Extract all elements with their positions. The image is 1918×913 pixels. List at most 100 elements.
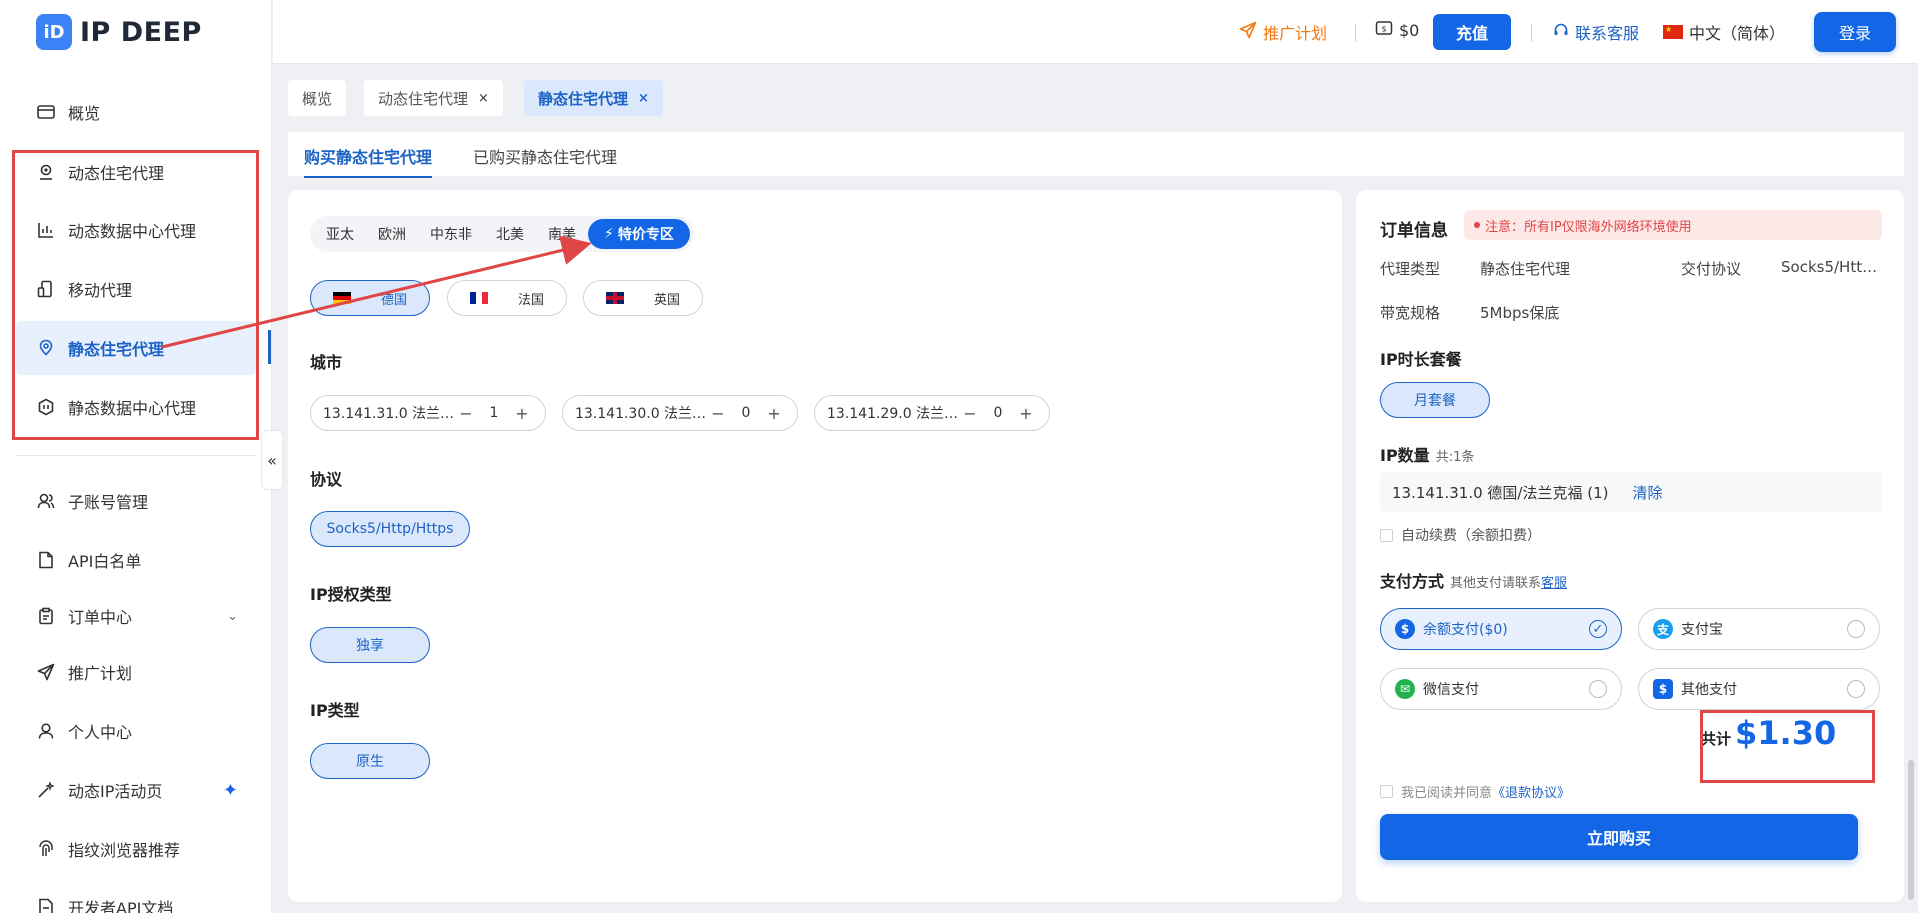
sidebar-item-mobile[interactable]: 移动代理: [16, 262, 256, 316]
region-apac[interactable]: 亚太: [314, 219, 366, 249]
auth-type-option[interactable]: 独享: [310, 627, 430, 663]
clear-button[interactable]: 清除: [1633, 482, 1663, 503]
product-config-panel: 亚太 欧洲 中东非 北美 南美 ⚡ 特价专区 德国 法国 英国 城市 13.14…: [288, 190, 1342, 902]
tab-static-residential[interactable]: 静态住宅代理 ×: [524, 80, 663, 116]
language-selector[interactable]: 中文（简体）: [1663, 20, 1785, 44]
promo-link[interactable]: 推广计划: [1239, 20, 1327, 44]
checkbox-icon[interactable]: [1380, 528, 1393, 542]
sidebar-item-fingerprint-browser[interactable]: 指纹浏览器推荐: [16, 822, 256, 876]
quantity-value[interactable]: 0: [981, 405, 1015, 421]
protocol-label: 协议: [310, 470, 343, 489]
sidebar-item-api-whitelist[interactable]: API白名单: [16, 533, 256, 587]
plus-button[interactable]: +: [511, 404, 533, 423]
minus-button[interactable]: −: [455, 404, 477, 423]
sidebar-item-label: 概览: [68, 104, 101, 123]
plus-button[interactable]: +: [763, 404, 785, 423]
protocol-option[interactable]: Socks5/Http/Https: [310, 511, 470, 547]
tab-dynamic-residential[interactable]: 动态住宅代理 ×: [364, 80, 503, 116]
tab-label: 概览: [302, 89, 333, 108]
sidebar-item-static-datacenter[interactable]: 静态数据中心代理: [16, 380, 256, 434]
region-south-america[interactable]: 南美: [536, 219, 588, 249]
country-germany[interactable]: 德国: [310, 280, 430, 316]
scrollbar[interactable]: [1908, 760, 1914, 900]
radio-icon[interactable]: [1589, 680, 1607, 698]
login-button[interactable]: 登录: [1814, 12, 1896, 52]
subtab-purchased-static-residential[interactable]: 已购买静态住宅代理: [473, 144, 617, 176]
close-icon[interactable]: ×: [478, 91, 489, 106]
location-icon: [36, 162, 56, 182]
quantity-value[interactable]: 1: [477, 405, 511, 421]
region-filter: 亚太 欧洲 中东非 北美 南美 ⚡ 特价专区: [310, 216, 694, 252]
sidebar-item-api-docs[interactable]: 开发者API文档: [16, 880, 256, 913]
notice-text: 注意：所有IP仅限海外网络环境使用: [1485, 219, 1692, 235]
support-link[interactable]: 客服: [1541, 576, 1567, 591]
tab-label: 动态住宅代理: [378, 89, 469, 108]
plus-button[interactable]: +: [1015, 404, 1037, 423]
city-name: 13.141.29.0 法兰…: [827, 406, 959, 422]
region-north-america[interactable]: 北美: [484, 219, 536, 249]
ip-count-section: IP数量 共:1条: [1380, 442, 1474, 466]
checkmark-icon[interactable]: ✓: [1589, 620, 1607, 638]
city-label: 城市: [310, 353, 343, 372]
sidebar-item-dynamic-datacenter[interactable]: 动态数据中心代理: [16, 203, 256, 257]
payment-alipay[interactable]: 支 支付宝: [1638, 608, 1880, 650]
selected-ip-row: 13.141.31.0 德国/法兰克福 (1) 清除: [1380, 472, 1882, 512]
agree-checkbox[interactable]: 我已阅读并同意 《退款协议》: [1380, 782, 1570, 801]
balance-display: $ $0: [1375, 20, 1419, 40]
sidebar-item-subaccounts[interactable]: 子账号管理: [16, 474, 256, 528]
send-icon: [36, 662, 56, 682]
tab-overview[interactable]: 概览: [288, 80, 347, 116]
sidebar-item-label: 子账号管理: [68, 493, 149, 512]
chevron-down-icon[interactable]: ⌄: [227, 609, 238, 624]
region-mea[interactable]: 中东非: [418, 219, 484, 249]
brand-logo[interactable]: iD IP DEEP: [36, 14, 202, 50]
sidebar-item-orders[interactable]: 订单中心 ⌄: [16, 589, 256, 643]
sidebar-item-dynamic-residential[interactable]: 动态住宅代理: [16, 145, 256, 199]
sidebar-item-dynamic-ip-event[interactable]: 动态IP活动页 ✦: [16, 763, 256, 817]
auto-renew-checkbox[interactable]: 自动续费（余额扣费）: [1380, 525, 1541, 545]
payment-wechat[interactable]: ✉ 微信支付: [1380, 668, 1622, 710]
sidebar-item-overview[interactable]: 概览: [16, 85, 256, 139]
bandwidth-label: 带宽规格: [1380, 304, 1441, 322]
minus-button[interactable]: −: [707, 404, 729, 423]
ip-type-option[interactable]: 原生: [310, 743, 430, 779]
quantity-value[interactable]: 0: [729, 405, 763, 421]
refund-policy-link[interactable]: 《退款协议》: [1492, 782, 1570, 801]
city-item: 13.141.31.0 法兰… − 1 +: [310, 395, 546, 431]
region-europe[interactable]: 欧洲: [366, 219, 418, 249]
payment-balance[interactable]: $ 余额支付($0) ✓: [1380, 608, 1622, 650]
payment-other[interactable]: $ 其他支付: [1638, 668, 1880, 710]
recharge-button[interactable]: 充值: [1433, 14, 1511, 50]
country-france[interactable]: 法国: [447, 280, 567, 316]
city-item: 13.141.29.0 法兰… − 0 +: [814, 395, 1050, 431]
checkbox-icon[interactable]: [1380, 785, 1393, 798]
radio-icon[interactable]: [1847, 620, 1865, 638]
sidebar-item-profile[interactable]: 个人中心: [16, 704, 256, 758]
sidebar-item-label: 指纹浏览器推荐: [68, 841, 181, 860]
radio-icon[interactable]: [1847, 680, 1865, 698]
proxy-type-value: 静态住宅代理: [1480, 260, 1571, 278]
balance-value: $0: [1399, 20, 1420, 40]
svg-text:$: $: [1381, 25, 1386, 34]
sidebar-item-static-residential[interactable]: 静态住宅代理: [16, 321, 256, 375]
close-icon[interactable]: ×: [638, 91, 649, 106]
overview-icon: [36, 102, 56, 122]
header-separator: [1531, 24, 1532, 42]
sidebar-item-promotion[interactable]: 推广计划: [16, 645, 256, 699]
buy-now-button[interactable]: 立即购买: [1380, 814, 1858, 860]
wallet-icon: $: [1375, 20, 1393, 40]
duration-option-monthly[interactable]: 月套餐: [1380, 382, 1490, 418]
region-special-offer[interactable]: ⚡ 特价专区: [588, 219, 690, 249]
payment-option-label: 余额支付($0): [1423, 622, 1508, 638]
collapse-sidebar-button[interactable]: «: [261, 430, 283, 490]
minus-button[interactable]: −: [959, 404, 981, 423]
auth-type-label: IP授权类型: [310, 585, 392, 604]
subtab-buy-static-residential[interactable]: 购买静态住宅代理: [304, 144, 433, 178]
country-uk[interactable]: 英国: [583, 280, 703, 316]
city-item: 13.141.30.0 法兰… − 0 +: [562, 395, 798, 431]
ip-count-label: IP数量: [1380, 446, 1430, 465]
sidebar-item-label: 动态数据中心代理: [68, 222, 197, 241]
order-summary-panel: 订单信息 注意：所有IP仅限海外网络环境使用 代理类型 静态住宅代理 交付协议 …: [1356, 190, 1904, 902]
support-link[interactable]: 联系客服: [1553, 20, 1639, 44]
total-amount: $1.30: [1735, 714, 1837, 752]
